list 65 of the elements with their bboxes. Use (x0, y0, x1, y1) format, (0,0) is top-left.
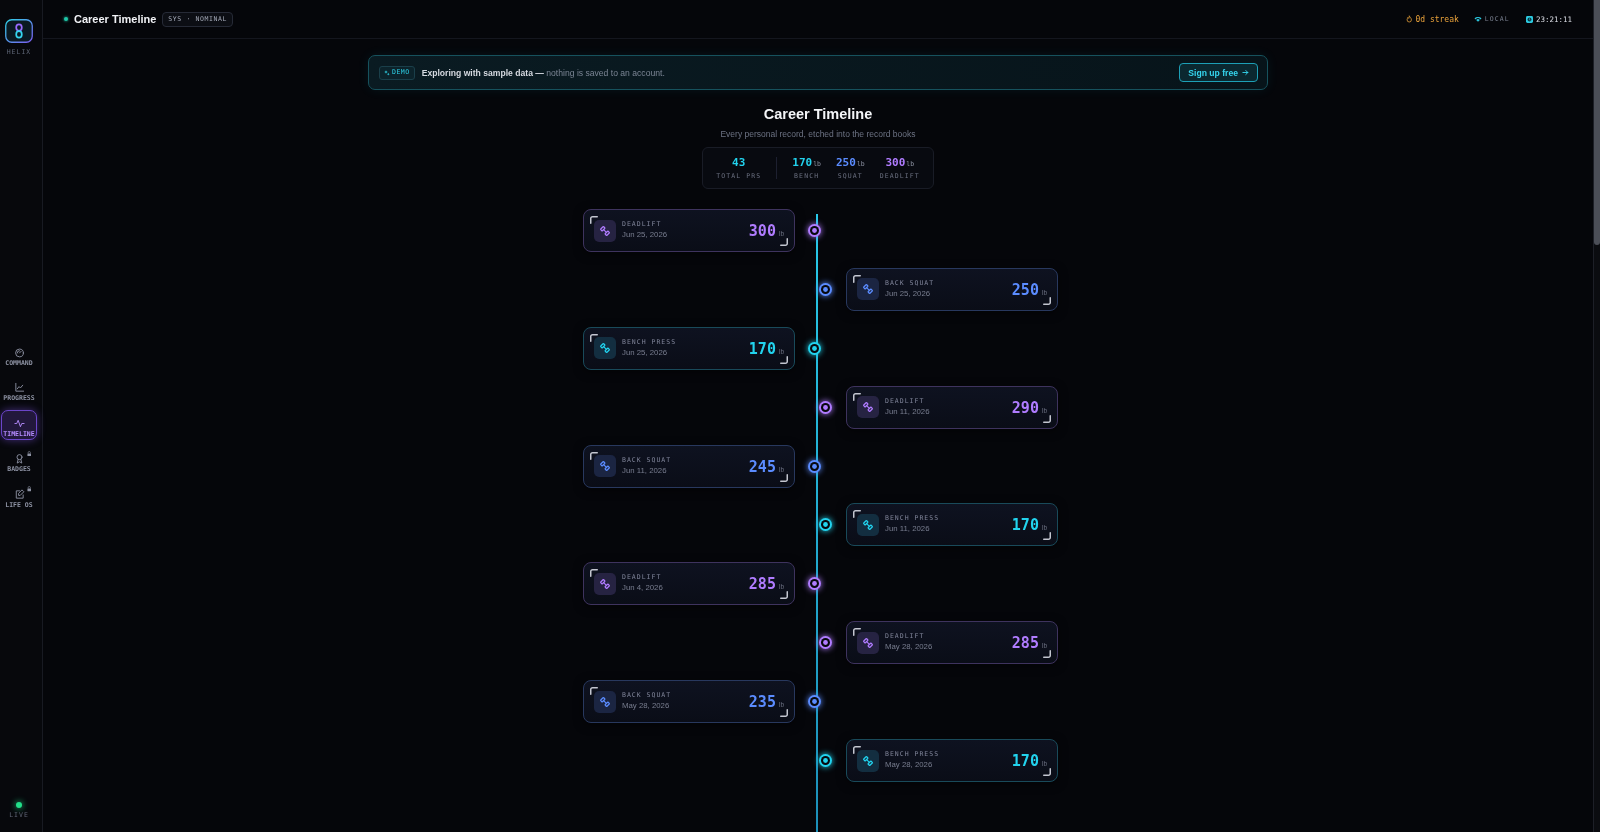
edit-icon (13, 488, 25, 500)
dumbbell-icon (594, 572, 616, 595)
corner-bracket-icon (780, 355, 788, 364)
corner-bracket-icon (590, 687, 598, 696)
record-value: 245 (748, 458, 776, 475)
corner-bracket-icon (1043, 650, 1051, 659)
record-value: 170 (748, 340, 776, 357)
corner-bracket-icon (853, 628, 861, 637)
live-dot-icon (16, 802, 22, 808)
record-value: 250 (1011, 281, 1039, 298)
clock-icon (1525, 15, 1533, 23)
corner-bracket-icon (780, 709, 788, 718)
corner-bracket-icon (590, 451, 598, 460)
corner-bracket-icon (590, 216, 598, 224)
record-value: 285 (748, 576, 776, 593)
stat-value: 300 (885, 156, 906, 169)
corner-bracket-icon (1043, 414, 1051, 423)
record-value: 290 (1011, 399, 1039, 416)
dumbbell-icon (857, 396, 879, 419)
wifi-icon (1473, 15, 1482, 23)
corner-bracket-icon (780, 473, 788, 482)
dumbbell-icon (857, 749, 879, 772)
corner-bracket-icon (1043, 296, 1051, 305)
corner-bracket-icon (590, 333, 598, 342)
corner-bracket-icon (853, 274, 861, 283)
dumbbell-icon (594, 455, 616, 478)
streak-count: 0d streak (1415, 14, 1459, 24)
gauge-icon (13, 346, 25, 358)
dumbbell-icon (857, 278, 879, 301)
medal-icon (13, 453, 25, 464)
corner-bracket-icon (1043, 768, 1051, 776)
corner-bracket-icon (780, 238, 788, 246)
stat-value: 170 (792, 156, 813, 169)
corner-bracket-icon (853, 392, 861, 401)
logo-icon (5, 19, 33, 43)
arrow-right-icon (1242, 69, 1249, 76)
page-title: Career Timeline (74, 13, 157, 25)
line-chart-icon (13, 382, 25, 393)
stat-value: 43 (732, 156, 746, 169)
dumbbell-icon (594, 690, 616, 713)
corner-bracket-icon (853, 746, 861, 754)
corner-bracket-icon (780, 591, 788, 600)
scrollbar-thumb[interactable] (1594, 0, 1600, 245)
corner-bracket-icon (853, 510, 861, 519)
dumbbell-icon (857, 631, 879, 654)
corner-bracket-icon (590, 569, 598, 578)
record-value: 300 (748, 223, 776, 239)
signup-button[interactable]: Sign up free (1179, 63, 1258, 82)
dumbbell-icon (594, 337, 616, 360)
record-value: 235 (748, 694, 776, 711)
demo-message: Exploring with sample data — nothing is saved to an account. (421, 67, 665, 78)
record-value: 285 (1011, 635, 1039, 652)
record-value: 170 (1011, 517, 1039, 534)
pulse-icon (13, 417, 25, 429)
status-dot-icon (64, 17, 68, 21)
sparkle-icon (384, 69, 390, 76)
heading-title: Career Timeline (763, 106, 873, 123)
scrollbar[interactable] (1593, 0, 1600, 832)
stat-value: 250 (836, 156, 856, 169)
corner-bracket-icon (1043, 532, 1051, 541)
record-value: 170 (1011, 753, 1039, 769)
dumbbell-icon (594, 219, 616, 242)
flame-icon (1405, 15, 1413, 23)
heading-subtitle: Every personal record, etched into the record books (720, 129, 916, 140)
dumbbell-icon (857, 513, 879, 536)
